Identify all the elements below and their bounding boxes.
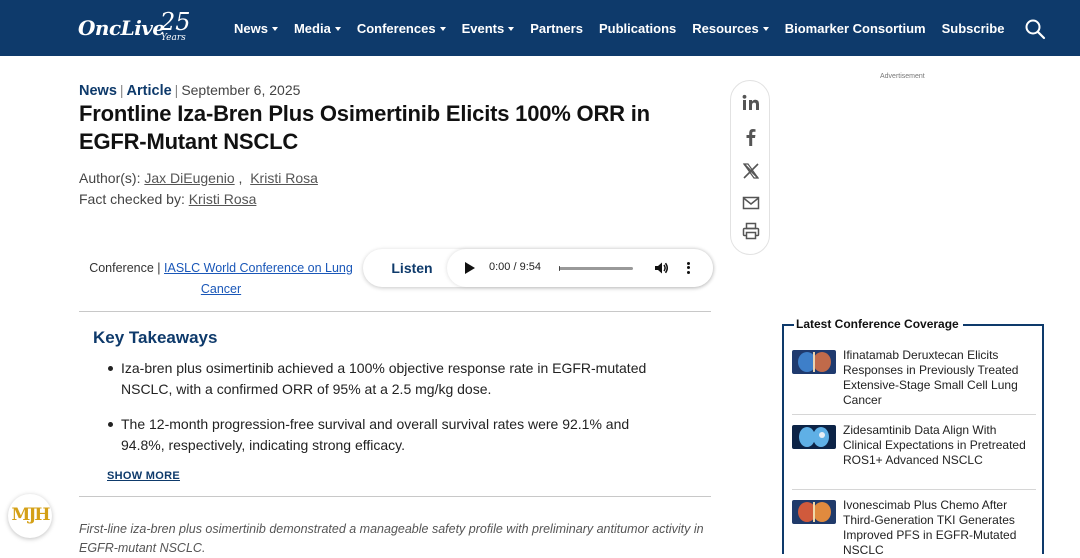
conference-info: Conference | IASLC World Conference on L… xyxy=(80,258,362,300)
audio-player: 0:00 / 9:54 xyxy=(447,249,713,287)
conference-link[interactable]: IASLC World Conference on Lung Cancer xyxy=(164,261,353,296)
conference-label: Conference | xyxy=(89,261,161,275)
article-meta: News | Article | September 6, 2025 xyxy=(79,82,301,99)
show-more-button[interactable]: SHOW MORE xyxy=(107,470,180,482)
fact-checked-label: Fact checked by: xyxy=(79,191,185,207)
nav-partners[interactable]: Partners xyxy=(530,21,583,36)
listen-widget: Listen 0:00 / 9:54 xyxy=(363,249,713,287)
x-icon[interactable] xyxy=(741,161,761,181)
nav-publications[interactable]: Publications xyxy=(599,21,676,36)
logo-years-text: Years xyxy=(161,33,186,43)
divider xyxy=(792,414,1036,415)
key-takeaways-list: Iza-bren plus osimertinib achieved a 100… xyxy=(107,358,667,470)
article-summary: First-line iza-bren plus osimertinib dem… xyxy=(79,522,704,555)
logo-word: OncLive xyxy=(78,16,165,40)
badge-text: MJH xyxy=(11,505,51,525)
article-category-link[interactable]: News xyxy=(79,83,117,99)
search-icon[interactable] xyxy=(1024,18,1046,40)
top-navigation-bar: OncLive 25 Years News Media Conferences … xyxy=(0,0,1080,56)
divider xyxy=(79,496,711,497)
coverage-headline: Zidesamtinib Data Align With Clinical Ex… xyxy=(843,423,1026,467)
divider xyxy=(79,311,711,312)
chevron-down-icon xyxy=(271,26,278,31)
latest-coverage-title: Latest Conference Coverage xyxy=(794,317,963,331)
latest-conference-coverage: Latest Conference Coverage Ifinatamab De… xyxy=(782,317,1044,557)
chevron-down-icon xyxy=(334,26,341,31)
coverage-headline: Ifinatamab Deruxtecan Elicits Responses … xyxy=(843,348,1019,407)
facebook-icon[interactable] xyxy=(741,127,761,147)
list-item: The 12-month progression-free survival a… xyxy=(107,414,667,456)
article-thumbnail xyxy=(792,500,836,524)
more-options-icon[interactable] xyxy=(685,260,691,276)
print-icon[interactable] xyxy=(741,221,761,241)
list-item: Iza-bren plus osimertinib achieved a 100… xyxy=(107,358,667,400)
logo-anniversary-number: 25 xyxy=(160,8,191,36)
nav-resources[interactable]: Resources xyxy=(692,21,769,36)
nav-subscribe[interactable]: Subscribe xyxy=(942,21,1005,36)
audio-progress-bar[interactable] xyxy=(559,266,633,271)
author-link[interactable]: Kristi Rosa xyxy=(250,170,318,186)
author-link[interactable]: Jax DiEugenio xyxy=(144,170,234,186)
main-nav: News Media Conferences Events Partners P… xyxy=(234,0,1020,56)
key-takeaways-title: Key Takeaways xyxy=(93,328,218,347)
article-thumbnail xyxy=(792,425,836,449)
fact-checked-by: Fact checked by: Kristi Rosa xyxy=(79,191,256,207)
advertisement-label: Advertisement xyxy=(880,73,925,80)
article-thumbnail xyxy=(792,350,836,374)
article-date: September 6, 2025 xyxy=(181,82,301,98)
chevron-down-icon xyxy=(508,26,515,31)
nav-biomarker-consortium[interactable]: Biomarker Consortium xyxy=(785,21,926,36)
authors-label: Author(s): xyxy=(79,170,141,186)
fact-checker-link[interactable]: Kristi Rosa xyxy=(189,191,257,207)
article-title: Frontline Iza-Bren Plus Osimertinib Elic… xyxy=(79,101,650,154)
linkedin-icon[interactable] xyxy=(741,93,761,113)
volume-icon[interactable] xyxy=(653,260,669,276)
mail-icon[interactable] xyxy=(741,193,761,213)
nav-events[interactable]: Events xyxy=(462,21,515,36)
coverage-headline: Ivonescimab Plus Chemo After Third-Gener… xyxy=(843,498,1017,557)
divider xyxy=(792,489,1036,490)
share-bar xyxy=(730,80,770,255)
chevron-down-icon xyxy=(439,26,446,31)
article-type-link[interactable]: Article xyxy=(127,83,172,99)
play-icon[interactable] xyxy=(465,262,475,274)
mjh-badge[interactable]: MJH xyxy=(8,494,52,538)
audio-progress-fill xyxy=(559,266,561,271)
chevron-down-icon xyxy=(762,26,769,31)
nav-news[interactable]: News xyxy=(234,21,278,36)
nav-media[interactable]: Media xyxy=(294,21,341,36)
audio-time: 0:00 / 9:54 xyxy=(489,261,541,273)
article-authors: Author(s): Jax DiEugenio , Kristi Rosa xyxy=(79,170,318,186)
nav-conferences[interactable]: Conferences xyxy=(357,21,446,36)
